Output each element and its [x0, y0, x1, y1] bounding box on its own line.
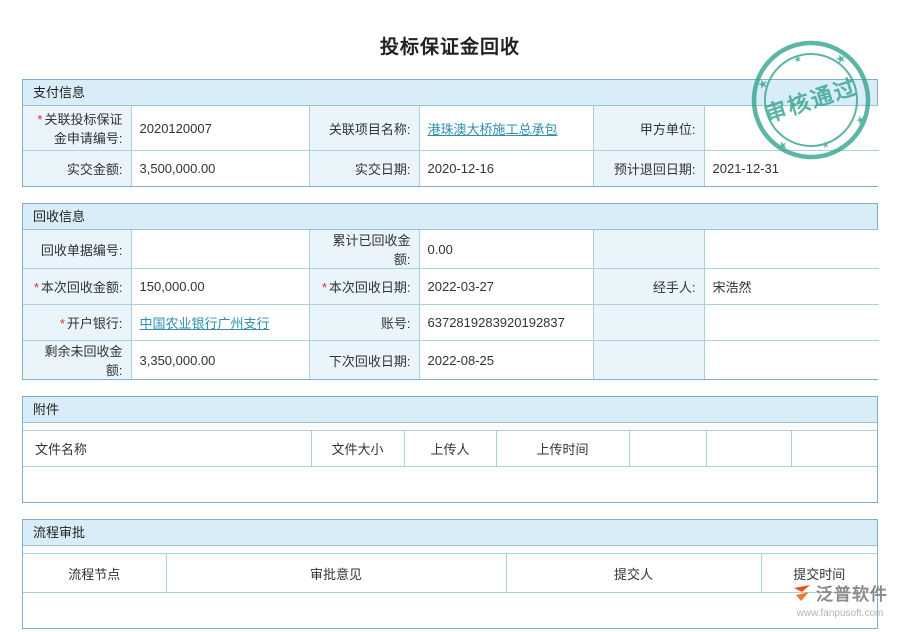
field-value-remaining: 3,350,000.00: [131, 341, 309, 380]
required-marker: *: [37, 112, 42, 127]
field-label-owner: 甲方单位:: [593, 106, 704, 151]
vendor-logo-url: www.fanpusoft.com: [792, 608, 888, 619]
table-header-row: 文件名称 文件大小 上传人 上传时间: [23, 431, 877, 467]
attachments-empty-area: [23, 467, 877, 503]
recovery-table: 回收单据编号: 累计已回收金额: 0.00 *本次回收金额: 150,000.0…: [23, 230, 879, 379]
column-header-uploader: 上传人: [404, 431, 496, 467]
field-label-next-recovery-date: 下次回收日期:: [309, 341, 419, 380]
field-value-account: 6372819283920192837: [419, 305, 593, 341]
field-value-recovery-date: 2022-03-27: [419, 269, 593, 305]
project-link[interactable]: 港珠澳大桥施工总承包: [428, 122, 558, 137]
field-label-blank: [593, 305, 704, 341]
column-header-file-size: 文件大小: [311, 431, 404, 467]
column-header-blank: [706, 431, 791, 467]
required-marker: *: [34, 280, 39, 295]
column-header-upload-time: 上传时间: [496, 431, 629, 467]
table-row: [23, 593, 877, 629]
field-label-recovery-amount: *本次回收金额:: [23, 269, 131, 305]
field-value-recovery-doc-no: [131, 230, 309, 269]
column-header-approval-opinion: 审批意见: [166, 554, 506, 593]
column-header-blank: [791, 431, 877, 467]
field-label-expected-return-date: 预计退回日期:: [593, 151, 704, 187]
field-label-recovery-doc-no: 回收单据编号:: [23, 230, 131, 269]
attachments-section: 附件 文件名称 文件大小 上传人 上传时间: [22, 396, 878, 503]
field-value-request-no: 2020120007: [131, 106, 309, 151]
attachments-section-title: 附件: [23, 397, 877, 423]
table-header-row: 流程节点 审批意见 提交人 提交时间: [23, 554, 877, 593]
approval-section-title: 流程审批: [23, 520, 877, 546]
field-value-project: 港珠澳大桥施工总承包: [419, 106, 593, 151]
field-value-owner: [704, 106, 879, 151]
field-value-blank: [704, 341, 879, 380]
field-label-blank: [593, 341, 704, 380]
column-header-blank: [629, 431, 706, 467]
table-row: *开户银行: 中国农业银行广州支行 账号: 637281928392019283…: [23, 305, 879, 341]
field-label-total-recovered: 累计已回收金额:: [309, 230, 419, 269]
payment-section-title: 支付信息: [23, 80, 877, 106]
table-row: *本次回收金额: 150,000.00 *本次回收日期: 2022-03-27 …: [23, 269, 879, 305]
table-row: 剩余未回收金额: 3,350,000.00 下次回收日期: 2022-08-25: [23, 341, 879, 380]
field-value-paid-amount: 3,500,000.00: [131, 151, 309, 187]
field-value-blank: [704, 305, 879, 341]
payment-table: *关联投标保证金申请编号: 2020120007 关联项目名称: 港珠澳大桥施工…: [23, 106, 879, 186]
vendor-logo-name: 泛普软件: [816, 580, 888, 605]
field-label-handler: 经手人:: [593, 269, 704, 305]
approval-table: 流程节点 审批意见 提交人 提交时间: [23, 553, 877, 628]
field-label-project: 关联项目名称:: [309, 106, 419, 151]
column-header-submitter: 提交人: [506, 554, 761, 593]
table-row: 实交金额: 3,500,000.00 实交日期: 2020-12-16 预计退回…: [23, 151, 879, 187]
bank-link[interactable]: 中国农业银行广州支行: [140, 316, 270, 331]
recovery-section: 回收信息 回收单据编号: 累计已回收金额: 0.00 *本次回收金额: 150,…: [22, 203, 878, 380]
field-value-recovery-amount: 150,000.00: [131, 269, 309, 305]
field-value-expected-return-date: 2021-12-31: [704, 151, 879, 187]
recovery-section-title: 回收信息: [23, 204, 877, 230]
field-label-paid-amount: 实交金额:: [23, 151, 131, 187]
column-header-flow-node: 流程节点: [23, 554, 166, 593]
field-label-recovery-date: *本次回收日期:: [309, 269, 419, 305]
field-value-next-recovery-date: 2022-08-25: [419, 341, 593, 380]
page-title: 投标保证金回收: [0, 32, 900, 59]
field-label-remaining: 剩余未回收金额:: [23, 341, 131, 380]
payment-section: 支付信息 *关联投标保证金申请编号: 2020120007 关联项目名称: 港珠…: [22, 79, 878, 187]
approval-empty-area: [23, 593, 877, 629]
field-label-paid-date: 实交日期:: [309, 151, 419, 187]
table-row: *关联投标保证金申请编号: 2020120007 关联项目名称: 港珠澳大桥施工…: [23, 106, 879, 151]
field-value-bank: 中国农业银行广州支行: [131, 305, 309, 341]
attachments-table: 文件名称 文件大小 上传人 上传时间: [23, 430, 877, 502]
required-marker: *: [322, 280, 327, 295]
required-marker: *: [60, 316, 65, 331]
field-label-bank: *开户银行:: [23, 305, 131, 341]
field-value-handler: 宋浩然: [704, 269, 879, 305]
column-header-file-name: 文件名称: [23, 431, 311, 467]
table-row: 回收单据编号: 累计已回收金额: 0.00: [23, 230, 879, 269]
field-value-total-recovered: 0.00: [419, 230, 593, 269]
approval-section: 流程审批 流程节点 审批意见 提交人 提交时间: [22, 519, 878, 629]
field-value-paid-date: 2020-12-16: [419, 151, 593, 187]
field-value-blank: [704, 230, 879, 269]
field-label-account: 账号:: [309, 305, 419, 341]
table-row: [23, 467, 877, 503]
field-label-request-no: *关联投标保证金申请编号:: [23, 106, 131, 151]
field-label-blank: [593, 230, 704, 269]
